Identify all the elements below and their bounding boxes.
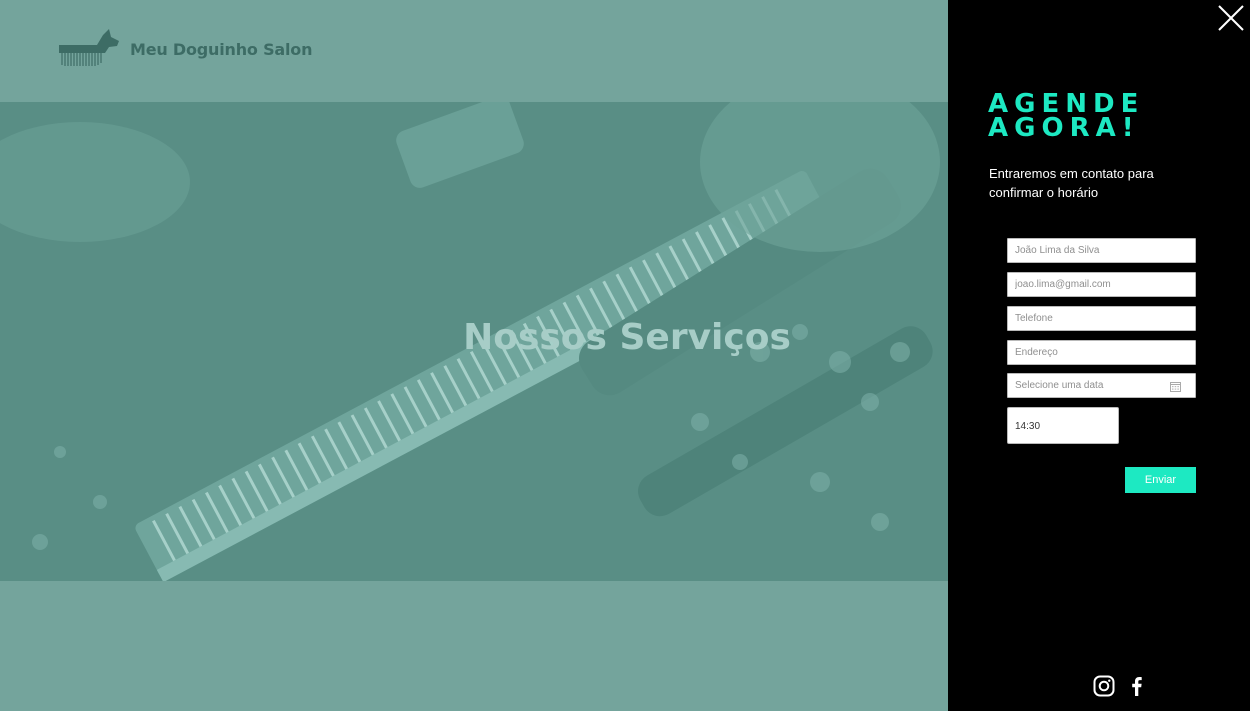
submit-button[interactable]: Enviar [1125,467,1196,493]
phone-input[interactable] [1008,307,1195,330]
phone-field[interactable] [1007,306,1196,331]
address-input[interactable] [1008,341,1195,364]
hero-banner: Nossos Serviços [0,102,948,581]
booking-subtitle: Entraremos em contato para confirmar o h… [989,166,1154,200]
brand-name[interactable]: Meu Doguinho Salon [130,40,312,59]
address-field[interactable] [1007,340,1196,365]
hero-title: Nossos Serviços [463,317,791,358]
name-field[interactable] [1007,238,1196,263]
date-field[interactable] [1007,373,1196,398]
email-input[interactable] [1008,273,1195,296]
content-area [0,581,948,711]
email-field[interactable] [1007,272,1196,297]
name-input[interactable] [1008,239,1195,262]
logo[interactable] [57,27,121,69]
dog-comb-logo-icon [59,29,119,66]
facebook-icon[interactable] [1126,675,1148,697]
date-input[interactable] [1008,374,1195,397]
instagram-icon[interactable] [1093,675,1115,697]
booking-title-line2: AGORA! [988,113,1140,143]
site-header: Meu Doguinho Salon [0,0,948,102]
time-picker[interactable]: 14:30 [1007,407,1119,444]
booking-title: AGENDE AGORA! [988,91,1188,143]
calendar-icon[interactable] [1170,381,1181,392]
close-icon[interactable] [1216,3,1246,33]
